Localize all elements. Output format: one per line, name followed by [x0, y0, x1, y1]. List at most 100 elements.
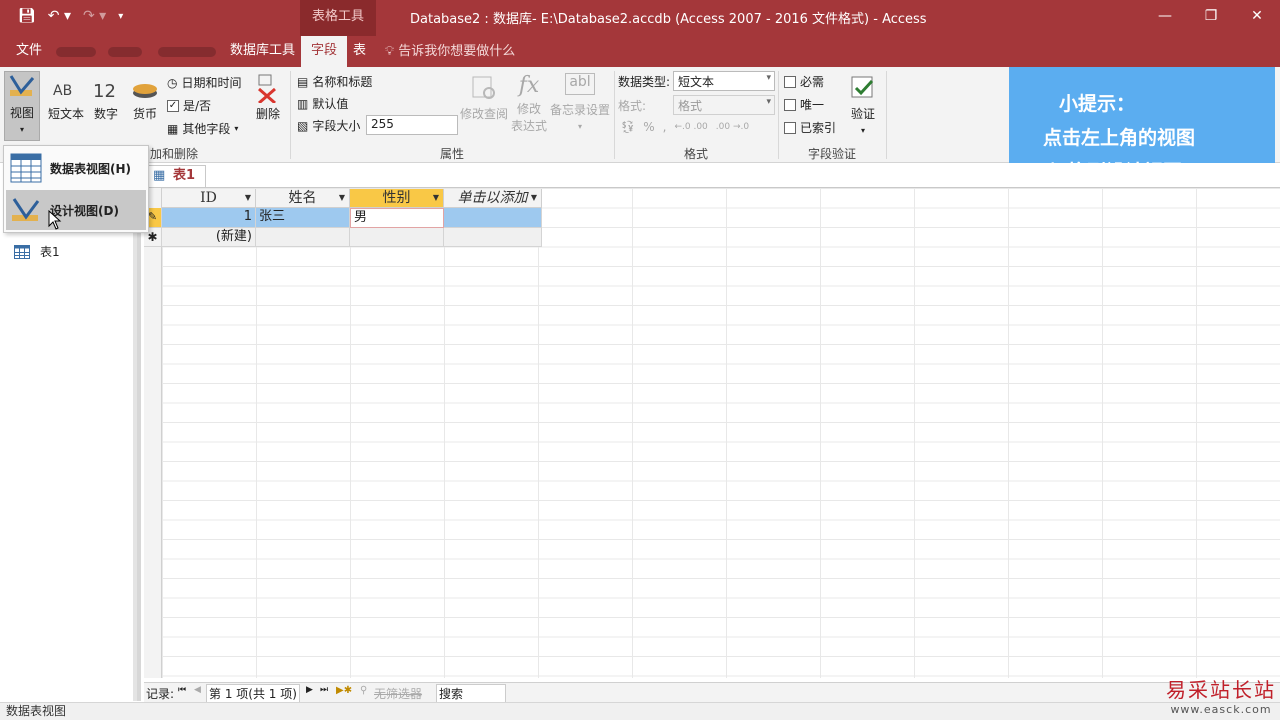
- first-record-icon[interactable]: ⏮: [178, 685, 186, 695]
- watermark-logo-text: 易采站长站: [1166, 678, 1276, 702]
- new-record-cell[interactable]: [256, 227, 350, 247]
- memo-settings-button[interactable]: abl 备忘录设置 ▾: [548, 73, 612, 132]
- tab-table[interactable]: 表: [343, 36, 376, 67]
- short-text-button[interactable]: AB 短文本: [46, 73, 86, 122]
- default-value-button[interactable]: ▥ 默认值: [297, 95, 348, 112]
- validation-button[interactable]: 验证 ▾: [846, 73, 880, 136]
- chevron-down-icon[interactable]: ▼: [245, 189, 251, 207]
- yesno-button[interactable]: ✓ 是/否: [167, 97, 211, 114]
- lightbulb-icon: 💡︎: [385, 44, 395, 59]
- menu-item-datasheet-view[interactable]: 数据表视图(H): [6, 148, 146, 188]
- restore-button[interactable]: ❐: [1188, 0, 1234, 32]
- field-size-icon: ▧: [297, 118, 309, 133]
- design-view-icon: [9, 75, 35, 96]
- last-record-icon[interactable]: ⏭: [320, 685, 328, 695]
- no-filter-button[interactable]: 无筛选器: [374, 685, 422, 702]
- previous-record-icon[interactable]: ◀: [194, 685, 201, 695]
- chevron-down-icon: ▾: [860, 126, 865, 135]
- percent-icon[interactable]: %: [643, 120, 654, 134]
- delete-icon: [258, 74, 276, 103]
- chevron-down-icon[interactable]: ▼: [433, 189, 439, 207]
- new-record-cell[interactable]: [444, 227, 542, 247]
- comma-style-icon[interactable]: ,: [663, 120, 667, 134]
- new-record-cell[interactable]: (新建): [162, 227, 256, 247]
- obscured-tab-external: [158, 47, 216, 57]
- format-select[interactable]: 格式 ▾: [673, 95, 775, 115]
- document-area: ▦ 表1 ID ▼ 姓名 ▼ 性别 ▼ 单击以添加 ▼ ✎ 1 张三 男 ✱ (新建): [144, 163, 1280, 701]
- next-record-icon[interactable]: ▶: [306, 685, 313, 695]
- view-button[interactable]: 视图 ▾: [4, 71, 40, 141]
- cell-id[interactable]: 1: [162, 208, 256, 228]
- new-record-icon[interactable]: ▶✱: [336, 685, 352, 696]
- data-type-select[interactable]: 短文本 ▾: [673, 71, 775, 91]
- column-header-name[interactable]: 姓名 ▼: [256, 189, 350, 208]
- field-size-label: ▧ 字段大小: [297, 118, 361, 134]
- decrease-decimals-icon[interactable]: .00 →.0: [716, 122, 749, 132]
- minimize-button[interactable]: —: [1142, 0, 1188, 32]
- close-button[interactable]: ✕: [1234, 0, 1280, 32]
- number-icon: 12: [93, 81, 116, 102]
- datetime-button[interactable]: ◷ 日期和时间: [167, 74, 242, 91]
- cell-gender[interactable]: 男: [350, 208, 444, 228]
- svg-text:12: 12: [93, 81, 116, 102]
- lookup-icon: [472, 76, 495, 99]
- increase-decimals-icon[interactable]: ←.0 .00: [674, 122, 707, 132]
- unique-checkbox[interactable]: 唯一: [784, 96, 824, 113]
- number-format-buttons: 💱︎ % , ←.0 .00 .00 →.0: [620, 120, 749, 134]
- tab-file[interactable]: 文件: [6, 36, 52, 67]
- save-icon[interactable]: 💾︎: [18, 8, 36, 24]
- name-caption-button[interactable]: ▤ 名称和标题: [297, 73, 372, 90]
- modify-lookups-button[interactable]: 修改查阅: [458, 73, 510, 122]
- mouse-cursor-icon: [48, 210, 62, 230]
- nav-item-table1[interactable]: 表1: [14, 243, 60, 260]
- record-position-input[interactable]: 第 1 项(共 1 项): [206, 684, 300, 703]
- modify-expression-button[interactable]: fx 修改 表达式: [510, 73, 548, 134]
- currency-button[interactable]: 货币: [128, 73, 162, 122]
- chevron-down-icon[interactable]: ▼: [531, 189, 537, 207]
- format-label: 格式:: [618, 99, 647, 113]
- more-fields-button[interactable]: ▦ 其他字段 ▾: [167, 120, 238, 137]
- group-formatting-label: 格式: [684, 147, 709, 161]
- record-search-input[interactable]: 搜索: [436, 684, 506, 703]
- menu-item-design-view[interactable]: 设计视图(D): [6, 190, 146, 230]
- record-selector-column: [144, 188, 162, 678]
- new-record-cell[interactable]: [350, 227, 444, 247]
- chevron-down-icon[interactable]: ▼: [339, 189, 345, 207]
- column-header-click-to-add[interactable]: 单击以添加 ▼: [444, 189, 542, 208]
- column-header-gender[interactable]: 性别 ▼: [350, 189, 444, 208]
- document-tab-table1[interactable]: ▦ 表1: [148, 165, 206, 187]
- tell-me-text: 告诉我你想要做什么: [398, 44, 516, 59]
- navigation-pane: 表1: [0, 163, 141, 701]
- column-header-id[interactable]: ID ▼: [162, 189, 256, 208]
- cell-add-column[interactable]: [444, 208, 542, 228]
- delete-field-button[interactable]: 删除: [252, 73, 284, 122]
- nav-pane-scrollbar[interactable]: [133, 163, 137, 701]
- obscured-tab-create: [108, 47, 142, 57]
- design-view-icon: [12, 198, 40, 221]
- tell-me-box[interactable]: 💡︎ 告诉我你想要做什么: [385, 36, 515, 67]
- title-bar: 💾︎ ↶ ▾ ↷ ▾ ▾ 表格工具 Database2 : 数据库- E:\Da…: [0, 0, 1280, 36]
- redo-icon[interactable]: ↷ ▾: [83, 8, 106, 24]
- currency-format-icon[interactable]: 💱︎: [620, 120, 635, 134]
- tab-fields[interactable]: 字段: [301, 36, 348, 67]
- field-size-input[interactable]: 255: [366, 115, 458, 135]
- chevron-down-icon: ▾: [766, 73, 771, 83]
- group-validation-label: 字段验证: [808, 147, 857, 161]
- customize-qat-icon[interactable]: ▾: [118, 11, 123, 22]
- chevron-down-icon: ▾: [234, 124, 239, 133]
- datasheet-grid: [144, 188, 1280, 678]
- filter-icon: ⚲: [360, 685, 368, 696]
- name-caption-icon: ▤: [297, 74, 309, 89]
- tab-database-tools[interactable]: 数据库工具: [220, 36, 305, 67]
- number-button[interactable]: 12 数字: [88, 73, 124, 122]
- obscured-tab-home: [56, 47, 96, 57]
- indexed-checkbox[interactable]: 已索引: [784, 119, 836, 136]
- view-dropdown-menu: 数据表视图(H) 设计视图(D): [3, 145, 149, 233]
- group-separator: [290, 71, 291, 159]
- group-add-delete-label: 加和删除: [150, 147, 199, 161]
- cell-name[interactable]: 张三: [256, 208, 350, 228]
- tip-line-2: 点击左上角的视图: [1043, 127, 1196, 149]
- short-text-icon: AB: [53, 83, 72, 99]
- undo-icon[interactable]: ↶ ▾: [48, 8, 71, 24]
- required-checkbox[interactable]: 必需: [784, 73, 824, 90]
